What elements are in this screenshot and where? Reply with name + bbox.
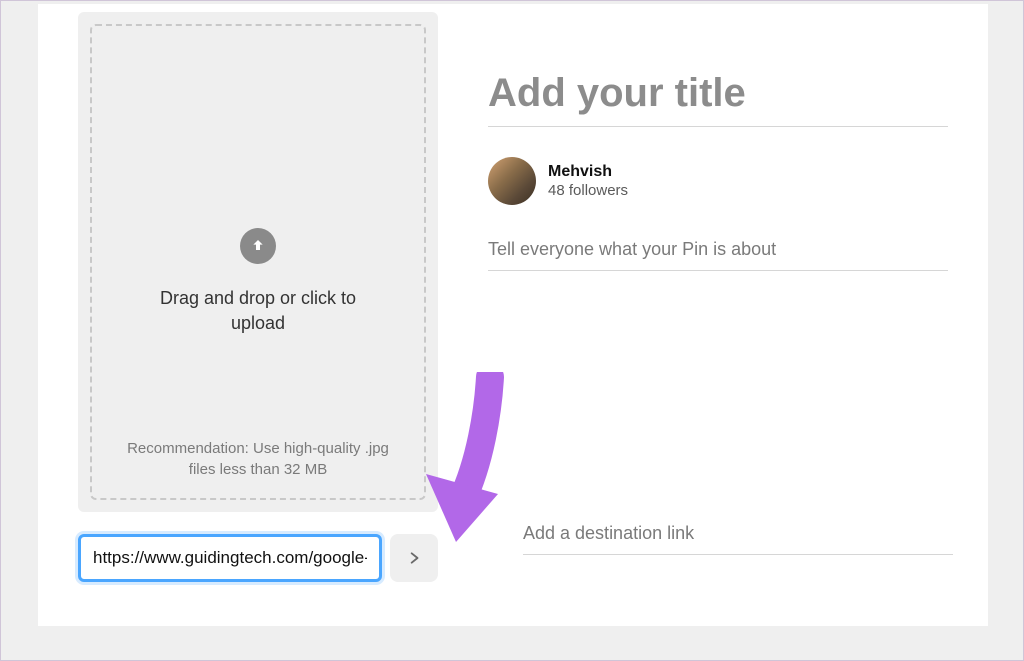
user-followers: 48 followers (548, 182, 628, 199)
title-input[interactable] (488, 67, 948, 127)
upload-instruction: Drag and drop or click to upload (148, 286, 368, 336)
description-input[interactable] (488, 233, 948, 271)
save-from-site-input[interactable] (78, 534, 382, 582)
user-info: Mehvish 48 followers (548, 163, 628, 199)
upload-dropzone[interactable]: Drag and drop or click to upload Recomme… (78, 12, 438, 512)
upload-center: Drag and drop or click to upload (148, 228, 368, 336)
pin-builder-card: Drag and drop or click to upload Recomme… (38, 4, 988, 626)
upload-arrow-icon (240, 228, 276, 264)
user-name: Mehvish (548, 163, 628, 181)
url-row (78, 534, 438, 582)
destination-link-input[interactable] (523, 517, 953, 555)
page-container: Drag and drop or click to upload Recomme… (0, 0, 1024, 661)
right-column: Mehvish 48 followers (488, 12, 948, 582)
upload-inner: Drag and drop or click to upload Recomme… (90, 24, 426, 500)
avatar (488, 157, 536, 205)
chevron-right-icon (407, 547, 421, 569)
left-column: Drag and drop or click to upload Recomme… (78, 12, 438, 582)
upload-recommendation: Recommendation: Use high-quality .jpg fi… (92, 438, 424, 480)
user-row: Mehvish 48 followers (488, 157, 948, 205)
content-row: Drag and drop or click to upload Recomme… (38, 4, 988, 602)
url-submit-button[interactable] (390, 534, 438, 582)
